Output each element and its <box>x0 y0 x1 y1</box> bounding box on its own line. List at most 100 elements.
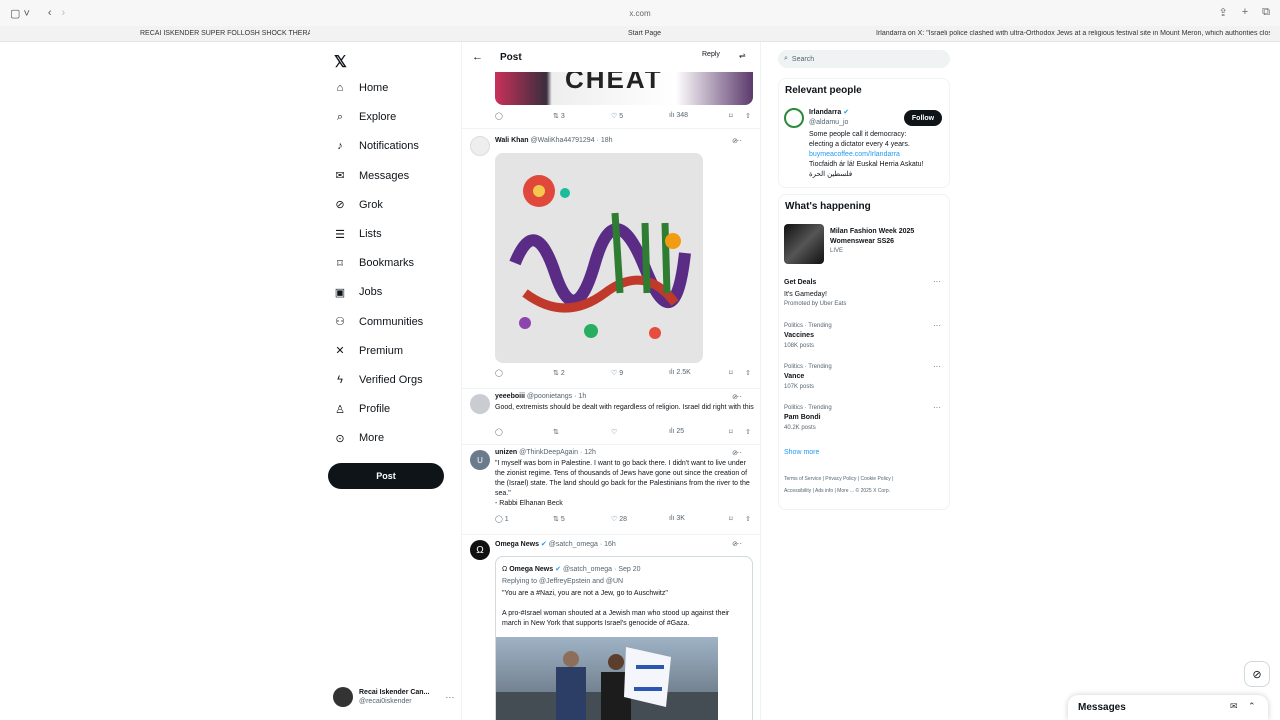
briefcase-icon: ▣ <box>334 286 346 299</box>
trend-count: 40.2K posts <box>784 425 816 431</box>
back-nav-icon[interactable]: ‹ <box>48 7 52 19</box>
share-icon[interactable]: ⇧ <box>745 515 751 523</box>
trend-name[interactable]: Pam Bondi <box>784 414 821 421</box>
nav-item-explore[interactable]: ⌕ Explore <box>334 106 396 128</box>
tab-1[interactable]: RECAI ISKENDER SUPER FOLLOSH SHOCK THERA… <box>140 30 310 37</box>
more-icon[interactable]: ··· <box>933 321 941 330</box>
footer-links[interactable]: Terms of Service | Privacy Policy | Cook… <box>784 476 893 482</box>
new-tab-icon[interactable]: + <box>1242 6 1248 19</box>
tweet[interactable]: U unizen @ThinkDeepAgain · 12h ⊘ ··· "I … <box>462 444 760 534</box>
post-header: ← Post Reply ⇌ <box>462 42 760 72</box>
promo-title[interactable]: Get Deals <box>784 279 816 286</box>
bookmark-icon[interactable]: ⌑ <box>729 112 733 120</box>
like-icon[interactable]: ♡ 5 <box>611 112 623 120</box>
share-icon[interactable]: ⇧ <box>745 112 751 120</box>
tab-3[interactable]: Irlandarra on X: "Israeli police clashed… <box>876 30 1270 37</box>
nav-item-more[interactable]: ⊙ More <box>334 427 384 449</box>
nav-item-bookmarks[interactable]: ⌑ Bookmarks <box>334 252 414 274</box>
tweet[interactable]: Wali Khan @WaliKha44791294 · 18h ⊘ ··· ◯… <box>462 128 760 388</box>
back-arrow-icon[interactable]: ← <box>472 51 483 63</box>
show-more-link[interactable]: Show more <box>784 448 819 457</box>
reply-icon[interactable]: ◯ <box>495 369 503 377</box>
retweet-icon[interactable]: ⇅ 2 <box>553 369 565 377</box>
trend-name[interactable]: Vance <box>784 373 804 380</box>
nav-item-premium[interactable]: ✕ Premium <box>334 340 403 362</box>
search-input[interactable]: ⌕ Search <box>778 50 950 68</box>
account-switcher[interactable]: Recai Iskender Can... @recai0iskender ··… <box>333 687 454 707</box>
share-icon[interactable]: ⇧ <box>745 428 751 436</box>
share-icon[interactable]: ⇧ <box>745 369 751 377</box>
more-icon[interactable]: ··· <box>445 692 454 702</box>
views-icon[interactable]: ılı 348 <box>669 112 688 119</box>
chevron-up-icon[interactable]: ⌃ <box>1248 701 1256 712</box>
nav-item-grok[interactable]: ⊘ Grok <box>334 194 383 216</box>
views-icon[interactable]: ılı 25 <box>669 428 684 435</box>
like-icon[interactable]: ♡ 28 <box>611 515 627 523</box>
more-icon[interactable]: ··· <box>734 539 742 548</box>
tweet-image-cropped[interactable]: CHEAT <box>495 72 753 105</box>
more-icon[interactable]: ··· <box>933 277 941 286</box>
forward-nav-icon[interactable]: › <box>62 7 66 19</box>
person-name[interactable]: Irlandarra ✔ <box>809 108 849 117</box>
footer-links[interactable]: Accessibility | Ads info | More ... © 20… <box>784 488 890 494</box>
person-bio: electing a dictator every 4 years. <box>809 141 910 148</box>
retweet-icon[interactable]: ⇅ <box>553 428 559 436</box>
quoted-video-thumbnail[interactable] <box>496 637 718 720</box>
event-title[interactable]: Milan Fashion Week 2025 <box>830 227 914 236</box>
grok-icon[interactable]: ⊘ <box>1244 661 1270 687</box>
more-icon[interactable]: ··· <box>734 392 742 401</box>
like-icon[interactable]: ♡ <box>611 428 617 436</box>
nav-item-notifications[interactable]: ♪ Notifications <box>334 135 419 157</box>
reply-icon[interactable]: ◯ 1 <box>495 515 509 523</box>
quoted-tweet[interactable]: Ω Omega News ✔ @satch_omega · Sep 20 Rep… <box>495 556 753 720</box>
filter-icon[interactable]: ⇌ <box>739 51 746 60</box>
person-bio-link[interactable]: buymeacoffee.com/Irlandarra <box>809 150 900 159</box>
post-button[interactable]: Post <box>328 463 444 489</box>
tweet-image[interactable] <box>495 153 703 363</box>
more-icon[interactable]: ··· <box>933 362 941 371</box>
retweet-icon[interactable]: ⇅ 5 <box>553 515 565 523</box>
new-message-icon[interactable]: ✉ <box>1230 701 1238 712</box>
sidebar-toggle-icon[interactable]: ▢ ˅ <box>10 7 30 20</box>
nav-item-messages[interactable]: ✉ Messages <box>334 165 409 187</box>
tab-overview-icon[interactable]: ⧉ <box>1262 6 1270 19</box>
more-icon[interactable]: ··· <box>933 403 941 412</box>
event-thumbnail[interactable] <box>784 224 824 264</box>
nav-item-label: Grok <box>359 198 383 211</box>
follow-button[interactable]: Follow <box>904 110 942 126</box>
verified-badge-icon: ✔ <box>555 566 561 573</box>
trend-name[interactable]: Vaccines <box>784 332 814 339</box>
avatar[interactable] <box>784 108 804 128</box>
views-icon[interactable]: ılı 2.5K <box>669 369 691 376</box>
nav-item-home[interactable]: ⌂ Home <box>334 77 389 99</box>
omega-logo-icon[interactable]: Ω <box>470 540 490 560</box>
reply-sort-button[interactable]: Reply <box>702 51 720 58</box>
nav-item-verified-orgs[interactable]: ϟ Verified Orgs <box>334 369 423 391</box>
reply-icon[interactable]: ◯ <box>495 112 503 120</box>
share-icon[interactable]: ⇪ <box>1218 6 1227 19</box>
avatar[interactable] <box>470 394 490 414</box>
nav-item-communities[interactable]: ⚇ Communities <box>334 311 423 333</box>
avatar[interactable]: U <box>470 450 490 470</box>
page-title: Post <box>500 51 522 63</box>
nav-item-jobs[interactable]: ▣ Jobs <box>334 281 382 303</box>
people-icon: ⚇ <box>335 316 345 329</box>
tab-2[interactable]: Start Page <box>628 30 688 37</box>
more-icon[interactable]: ··· <box>734 448 742 457</box>
address-bar[interactable]: x.com <box>600 9 680 18</box>
bookmark-icon[interactable]: ⌑ <box>729 515 733 523</box>
retweet-icon[interactable]: ⇅ 3 <box>553 112 565 120</box>
reply-icon[interactable]: ◯ <box>495 428 503 436</box>
bookmark-icon[interactable]: ⌑ <box>729 369 733 377</box>
bookmark-icon[interactable]: ⌑ <box>729 428 733 436</box>
like-icon[interactable]: ♡ 9 <box>611 369 623 377</box>
x-logo-icon[interactable]: 𝕏 <box>334 52 347 72</box>
nav-item-lists[interactable]: ☰ Lists <box>334 223 382 245</box>
nav-item-profile[interactable]: ♙ Profile <box>334 398 390 420</box>
views-icon[interactable]: ılı 3K <box>669 515 685 522</box>
tweet[interactable]: yeeeboiii @poonietangs · 1h ⊘ ··· Good, … <box>462 388 760 444</box>
avatar[interactable] <box>470 136 490 156</box>
more-icon[interactable]: ··· <box>734 136 742 145</box>
event-title[interactable]: Womenswear SS26 <box>830 237 894 246</box>
messages-drawer[interactable]: Messages ✉ ⌃ <box>1068 695 1268 720</box>
